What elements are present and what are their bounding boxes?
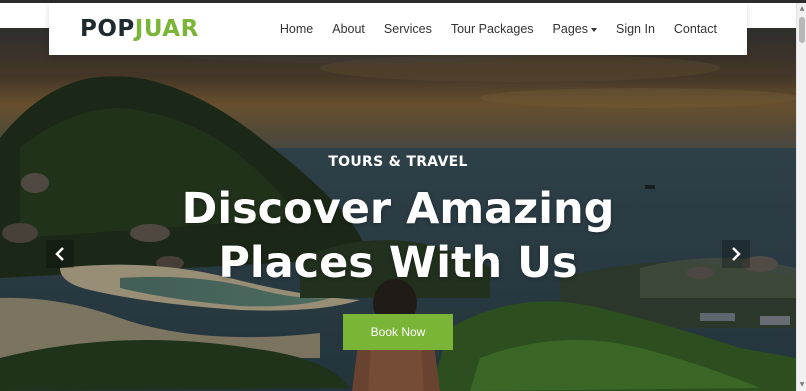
carousel-prev-button[interactable] xyxy=(46,240,74,268)
nav-pages-label: Pages xyxy=(552,22,588,36)
chevron-right-icon xyxy=(732,247,741,261)
nav-sign-in[interactable]: Sign In xyxy=(616,22,655,36)
nav-contact[interactable]: Contact xyxy=(674,22,717,36)
page-scrollbar[interactable]: ▲ ▼ xyxy=(796,3,806,391)
nav-about[interactable]: About xyxy=(332,22,365,36)
hero-content: TOURS & TRAVEL Discover Amazing Places W… xyxy=(0,28,796,391)
hero-headline-line2: Places With Us xyxy=(218,238,578,288)
window-top-border xyxy=(0,0,806,3)
brand-logo[interactable]: POPJUAR xyxy=(80,15,199,43)
nav-pages-dropdown[interactable]: Pages xyxy=(553,22,597,36)
chevron-left-icon xyxy=(55,247,64,261)
hero-headline: Discover Amazing Places With Us xyxy=(0,182,796,290)
scrollbar-thumb[interactable] xyxy=(799,17,805,43)
scroll-up-icon[interactable]: ▲ xyxy=(798,5,806,13)
main-navbar: POPJUAR Home About Services Tour Package… xyxy=(49,3,747,55)
hero-eyebrow: TOURS & TRAVEL xyxy=(328,154,468,170)
brand-logo-part1: POP xyxy=(80,16,135,42)
nav-services[interactable]: Services xyxy=(384,22,432,36)
nav-links: Home About Services Tour Packages Pages … xyxy=(280,3,717,55)
carousel-next-button[interactable] xyxy=(722,240,750,268)
brand-logo-part2: JUAR xyxy=(134,16,199,42)
scroll-down-icon[interactable]: ▼ xyxy=(798,381,806,389)
nav-home[interactable]: Home xyxy=(280,22,313,36)
caret-down-icon xyxy=(590,27,597,32)
hero-headline-line1: Discover Amazing xyxy=(181,184,615,234)
nav-tour-packages[interactable]: Tour Packages xyxy=(451,22,534,36)
book-now-button[interactable]: Book Now xyxy=(343,314,453,350)
